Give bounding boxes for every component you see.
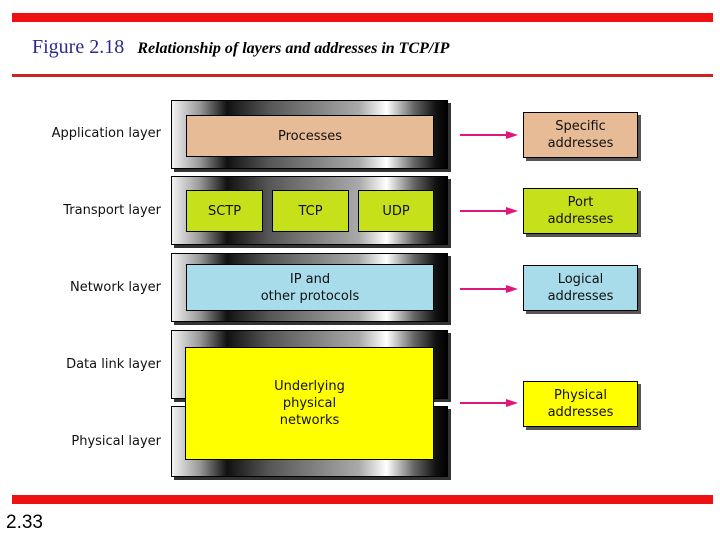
ip-line-1: IP and xyxy=(289,271,331,287)
layer-label-network: Network layer xyxy=(69,280,161,295)
network-layer-bar: IP and other protocols xyxy=(171,253,448,322)
logical-addresses-box: Logical addresses xyxy=(523,265,638,311)
ip-protocols-box: IP and other protocols xyxy=(186,264,434,311)
figure-caption: Relationship of layers and addresses in … xyxy=(137,40,450,57)
address-line-1: Logical xyxy=(557,272,604,287)
physical-line-1: Underlying xyxy=(274,379,345,394)
udp-box: UDP xyxy=(358,190,434,232)
address-line-1: Physical xyxy=(554,388,607,403)
layer-label-data-link: Data link layer xyxy=(66,357,161,372)
address-line-2: addresses xyxy=(547,405,614,420)
address-line-1: Port xyxy=(567,195,594,210)
processes-label: Processes xyxy=(277,128,343,144)
title-underline-rule xyxy=(12,74,713,77)
processes-box: Processes xyxy=(186,115,434,157)
top-red-rule xyxy=(12,13,713,22)
sctp-box: SCTP xyxy=(186,190,263,232)
physical-line-2: physical xyxy=(282,396,337,411)
address-line-1: Specific xyxy=(555,119,606,134)
physical-line-3: networks xyxy=(279,413,340,428)
slide-number: 2.33 xyxy=(6,512,43,533)
application-layer-bar: Processes xyxy=(171,100,448,169)
tcp-box: TCP xyxy=(272,190,349,232)
port-addresses-box: Port addresses xyxy=(523,188,638,234)
address-line-2: addresses xyxy=(547,136,614,151)
sctp-label: SCTP xyxy=(207,203,242,219)
figure-number: Figure 2.18 xyxy=(32,36,125,58)
arrow-right-icon xyxy=(460,399,518,407)
arrow-right-icon xyxy=(460,131,518,139)
physical-addresses-box: Physical addresses xyxy=(523,381,638,427)
bottom-red-rule xyxy=(12,495,713,504)
figure-title: Figure 2.18 Relationship of layers and a… xyxy=(32,36,449,59)
tcp-label: TCP xyxy=(298,203,323,219)
ip-line-2: other protocols xyxy=(260,288,360,304)
underlying-networks-box: Underlying physical networks xyxy=(185,347,434,460)
layer-label-transport: Transport layer xyxy=(63,203,161,218)
address-line-2: addresses xyxy=(547,212,614,227)
specific-addresses-box: Specific addresses xyxy=(523,112,638,158)
arrow-right-icon xyxy=(460,207,518,215)
udp-label: UDP xyxy=(382,203,410,219)
address-line-2: addresses xyxy=(547,289,614,304)
arrow-right-icon xyxy=(460,285,518,293)
layer-label-physical: Physical layer xyxy=(71,434,161,449)
layer-label-application: Application layer xyxy=(51,126,161,141)
transport-layer-bar: SCTP TCP UDP xyxy=(171,176,448,245)
